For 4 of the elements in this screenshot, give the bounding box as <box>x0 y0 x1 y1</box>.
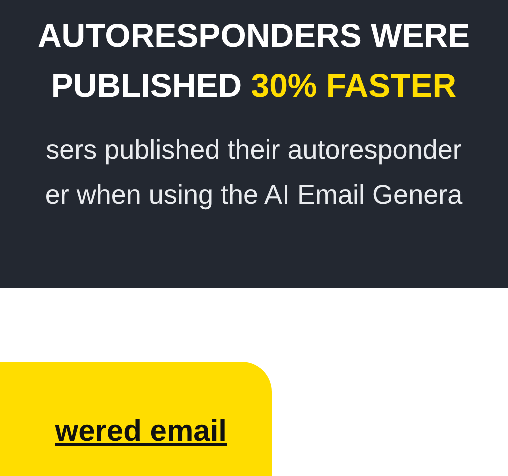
banner-text: er when using the AI Email Genera <box>45 179 463 212</box>
cta-button[interactable]: wered email <box>0 362 272 476</box>
banner-heading: AUTORESPONDERS WERE PUBLISHED 30% FASTER <box>38 16 470 106</box>
banner-text: sers published their autoresponder <box>46 134 462 167</box>
